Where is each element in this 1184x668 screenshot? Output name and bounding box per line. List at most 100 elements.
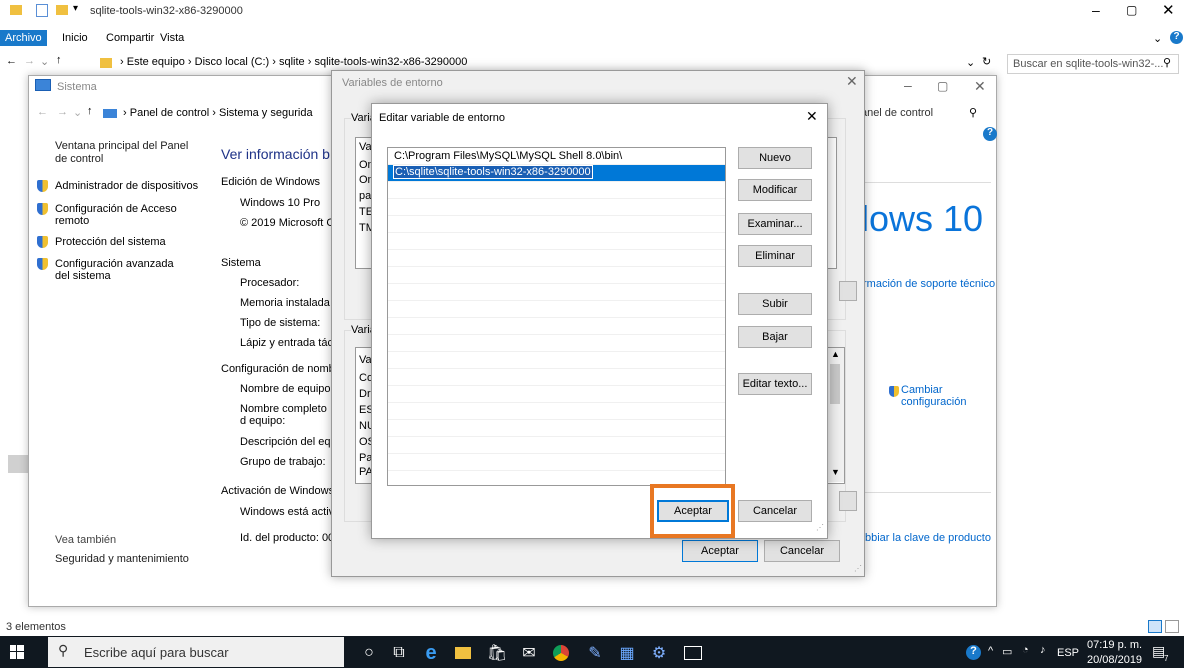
photos-icon[interactable] bbox=[680, 643, 706, 663]
help-icon[interactable]: ? bbox=[1170, 31, 1183, 44]
list-row-empty[interactable] bbox=[388, 233, 725, 250]
taskbar-search[interactable]: ⚲ Escribe aquí para buscar bbox=[48, 637, 344, 667]
close-icon[interactable]: ✕ bbox=[1162, 1, 1175, 19]
tab-compartir[interactable]: Compartir bbox=[106, 32, 154, 44]
refresh-icon[interactable]: ↻ bbox=[982, 55, 991, 68]
address-dropdown-icon[interactable]: ⌄ bbox=[966, 56, 975, 69]
back-icon[interactable]: ← bbox=[6, 55, 17, 67]
env-ok-button[interactable]: Aceptar bbox=[682, 540, 758, 562]
search-box[interactable]: Buscar en sqlite-tools-win32-... ⚲ bbox=[1007, 54, 1179, 74]
sistema-breadcrumb[interactable]: › Panel de control › Sistema y segurida bbox=[123, 107, 313, 119]
move-up-button[interactable]: Subir bbox=[738, 293, 812, 315]
path-list[interactable]: C:\Program Files\MySQL\MySQL Shell 8.0\b… bbox=[387, 147, 726, 486]
breadcrumb[interactable]: › Este equipo › Disco local (C:) › sqlit… bbox=[120, 56, 467, 68]
cortana-icon[interactable]: ○ bbox=[356, 643, 382, 663]
breadcrumb-item[interactable]: Sistema y segurida bbox=[219, 107, 313, 119]
list-row-empty[interactable] bbox=[388, 216, 725, 233]
app-icon[interactable]: ▦ bbox=[614, 643, 640, 663]
network-icon[interactable]: ◔ bbox=[1022, 644, 1029, 656]
new-button[interactable]: Nuevo bbox=[738, 147, 812, 169]
list-item[interactable]: C:\Program Files\MySQL\MySQL Shell 8.0\b… bbox=[388, 148, 725, 165]
store-icon[interactable]: 🛍 bbox=[484, 643, 510, 663]
edit-ok-button[interactable]: Aceptar bbox=[657, 500, 729, 522]
show-hidden-icons-icon[interactable]: ^ bbox=[988, 645, 993, 657]
delete-button[interactable]: Eliminar bbox=[738, 245, 812, 267]
list-row-empty[interactable] bbox=[388, 250, 725, 267]
start-icon[interactable] bbox=[10, 645, 24, 659]
maximize-icon[interactable]: ▢ bbox=[1126, 3, 1137, 17]
ribbon-expand-icon[interactable]: ⌄ bbox=[1153, 32, 1162, 45]
up-icon[interactable]: ↑ bbox=[56, 54, 62, 66]
recent-icon[interactable]: ⌄ bbox=[40, 55, 49, 68]
breadcrumb-item[interactable]: sqlite bbox=[279, 56, 305, 68]
forward-icon[interactable]: → bbox=[57, 106, 68, 118]
forward-icon[interactable]: → bbox=[24, 55, 35, 67]
new-folder-icon[interactable] bbox=[56, 5, 68, 15]
minimize-icon[interactable]: – bbox=[904, 77, 912, 93]
sys-vars-button[interactable] bbox=[839, 491, 857, 511]
minimize-icon[interactable]: – bbox=[1092, 2, 1100, 18]
battery-icon[interactable]: ▭ bbox=[1002, 645, 1012, 658]
language-indicator[interactable]: ESP bbox=[1057, 647, 1079, 659]
resize-grip-icon[interactable]: ⋰ bbox=[854, 564, 862, 573]
scrollbar[interactable]: ▲ ▼ bbox=[826, 348, 844, 482]
list-item-selected[interactable]: C:\sqlite\sqlite-tools-win32-x86-3290000 bbox=[388, 165, 725, 182]
scroll-up-icon[interactable]: ▲ bbox=[831, 349, 840, 359]
list-row-empty[interactable] bbox=[388, 386, 725, 403]
list-row-empty[interactable] bbox=[388, 352, 725, 369]
tab-vista[interactable]: Vista bbox=[160, 32, 184, 44]
breadcrumb-item[interactable]: Disco local (C:) bbox=[195, 56, 270, 68]
breadcrumb-item[interactable]: sqlite-tools-win32-x86-3290000 bbox=[314, 56, 467, 68]
tab-archivo[interactable]: Archivo bbox=[0, 30, 47, 46]
edit-text-button[interactable]: Editar texto... bbox=[738, 373, 812, 395]
task-view-icon[interactable]: ⧉ bbox=[386, 643, 412, 663]
list-row-empty[interactable] bbox=[388, 199, 725, 216]
list-row-empty[interactable] bbox=[388, 284, 725, 301]
paint-icon[interactable]: ✎ bbox=[582, 643, 608, 663]
scroll-thumb[interactable] bbox=[830, 364, 840, 404]
move-down-button[interactable]: Bajar bbox=[738, 326, 812, 348]
properties-icon[interactable] bbox=[36, 4, 48, 17]
env-cancel-button[interactable]: Cancelar bbox=[764, 540, 840, 562]
close-icon[interactable]: ✕ bbox=[974, 78, 986, 95]
scroll-down-icon[interactable]: ▼ bbox=[831, 467, 840, 477]
details-view-icon[interactable] bbox=[1148, 620, 1162, 633]
support-info-link[interactable]: rmación de soporte técnico bbox=[863, 278, 995, 290]
list-row-empty[interactable] bbox=[388, 318, 725, 335]
control-panel-home-link[interactable]: Ventana principal del Panel de control bbox=[55, 140, 200, 166]
help-icon[interactable]: ? bbox=[983, 127, 997, 141]
tab-inicio[interactable]: Inicio bbox=[62, 32, 88, 44]
volume-icon[interactable]: ♪ bbox=[1040, 644, 1046, 656]
control-panel-icon[interactable]: ⚙ bbox=[646, 643, 672, 663]
list-row-empty[interactable] bbox=[388, 267, 725, 284]
close-icon[interactable]: ✕ bbox=[806, 108, 818, 125]
edge-icon[interactable]: e bbox=[418, 642, 444, 664]
path-edit-input[interactable]: C:\sqlite\sqlite-tools-win32-x86-3290000 bbox=[393, 165, 593, 179]
clock-time[interactable]: 07:19 p. m. bbox=[1087, 639, 1142, 651]
modify-button[interactable]: Modificar bbox=[738, 179, 812, 201]
file-explorer-icon[interactable] bbox=[450, 643, 476, 663]
recent-icon[interactable]: ⌄ bbox=[73, 106, 82, 119]
list-row-empty[interactable] bbox=[388, 369, 725, 386]
mail-icon[interactable]: ✉ bbox=[516, 643, 542, 663]
list-row-empty[interactable] bbox=[388, 420, 725, 437]
list-row-empty[interactable] bbox=[388, 403, 725, 420]
up-icon[interactable]: ↑ bbox=[87, 105, 93, 117]
maximize-icon[interactable]: ▢ bbox=[937, 79, 948, 93]
list-row-empty[interactable] bbox=[388, 454, 725, 471]
list-row-empty[interactable] bbox=[388, 301, 725, 318]
user-vars-button[interactable] bbox=[839, 281, 857, 301]
change-product-key-link[interactable]: bbiar la clave de producto bbox=[865, 532, 991, 544]
chrome-icon[interactable] bbox=[548, 643, 574, 663]
resize-grip-icon[interactable]: ⋰ bbox=[816, 523, 824, 532]
help-tray-icon[interactable]: ? bbox=[966, 645, 981, 660]
breadcrumb-item[interactable]: Panel de control bbox=[130, 107, 210, 119]
close-icon[interactable]: ✕ bbox=[846, 73, 858, 90]
list-row-empty[interactable] bbox=[388, 335, 725, 352]
qat-dropdown-icon[interactable]: ▾ bbox=[73, 3, 78, 14]
back-icon[interactable]: ← bbox=[37, 106, 48, 118]
edit-cancel-button[interactable]: Cancelar bbox=[738, 500, 812, 522]
list-row-empty[interactable] bbox=[388, 182, 725, 199]
tiles-view-icon[interactable] bbox=[1165, 620, 1179, 633]
security-maintenance-link[interactable]: Seguridad y mantenimiento bbox=[55, 553, 189, 565]
